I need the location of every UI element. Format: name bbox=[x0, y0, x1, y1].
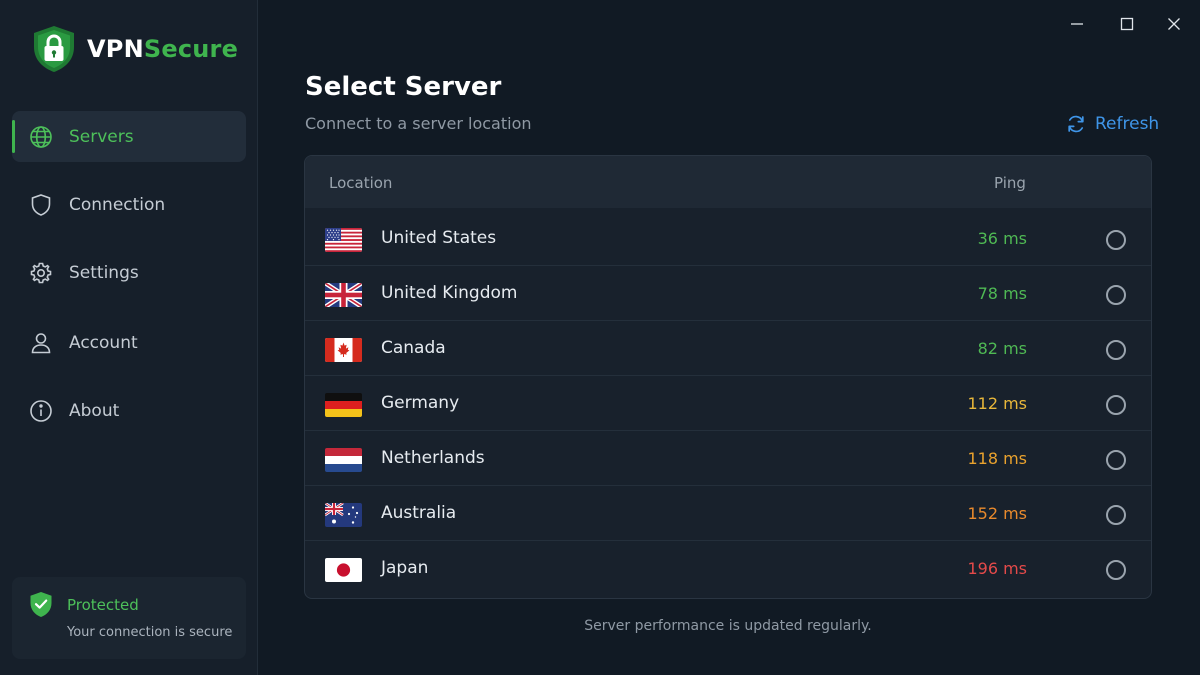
column-header-location: Location bbox=[329, 174, 393, 192]
brand: VPNSecure bbox=[32, 25, 238, 73]
sidebar-item-label: Account bbox=[69, 332, 138, 353]
footer-note: Server performance is updated regularly. bbox=[584, 618, 872, 634]
sidebar-item-settings[interactable]: Settings bbox=[12, 247, 246, 298]
country-name: Canada bbox=[381, 338, 446, 358]
sidebar-item-label: About bbox=[69, 400, 120, 421]
server-radio[interactable] bbox=[1106, 340, 1126, 360]
country-name: Netherlands bbox=[381, 448, 485, 468]
table-row[interactable]: Canada 82 ms bbox=[305, 321, 1151, 376]
japan-flag-icon bbox=[325, 558, 362, 582]
connection-status-card: Protected Your connection is secure bbox=[12, 577, 246, 659]
server-radio[interactable] bbox=[1106, 395, 1126, 415]
sidebar-item-servers[interactable]: Servers bbox=[12, 111, 246, 162]
country-name: United Kingdom bbox=[381, 283, 518, 303]
us-flag-icon bbox=[325, 228, 362, 252]
server-radio[interactable] bbox=[1106, 285, 1126, 305]
shield-check-icon bbox=[30, 592, 52, 617]
sidebar-item-label: Servers bbox=[69, 126, 134, 147]
refresh-label: Refresh bbox=[1095, 114, 1160, 134]
app-window: VPNSecure Servers Connection Settings Ac… bbox=[0, 0, 1200, 675]
close-button[interactable] bbox=[1164, 14, 1184, 34]
user-icon bbox=[31, 333, 51, 354]
australia-flag-icon bbox=[325, 503, 362, 527]
ping-value: 152 ms bbox=[967, 504, 1027, 523]
ping-value: 82 ms bbox=[977, 339, 1027, 358]
main-panel: Select Server Connect to a server locati… bbox=[258, 0, 1200, 675]
page-subtitle: Connect to a server location bbox=[305, 114, 532, 133]
page-title: Select Server bbox=[305, 72, 502, 102]
close-icon bbox=[1168, 18, 1180, 30]
sidebar-item-label: Connection bbox=[69, 194, 166, 215]
uk-flag-icon bbox=[325, 283, 362, 307]
server-radio[interactable] bbox=[1106, 230, 1126, 250]
table-row[interactable]: United Kingdom 78 ms bbox=[305, 266, 1151, 321]
ping-value: 78 ms bbox=[977, 284, 1027, 303]
shield-icon bbox=[31, 194, 51, 216]
table-row[interactable]: Netherlands 118 ms bbox=[305, 431, 1151, 486]
info-icon bbox=[30, 400, 52, 422]
server-radio[interactable] bbox=[1106, 505, 1126, 525]
server-radio[interactable] bbox=[1106, 450, 1126, 470]
refresh-icon bbox=[1068, 115, 1084, 133]
shield-lock-logo-icon bbox=[34, 26, 74, 72]
minimize-icon bbox=[1071, 23, 1083, 25]
maximize-icon bbox=[1120, 17, 1134, 31]
minimize-button[interactable] bbox=[1067, 14, 1087, 34]
ping-value: 118 ms bbox=[967, 449, 1027, 468]
table-row[interactable]: United States 36 ms bbox=[305, 211, 1151, 266]
netherlands-flag-icon bbox=[325, 448, 362, 472]
table-row[interactable]: Germany 112 ms bbox=[305, 376, 1151, 431]
sidebar-item-account[interactable]: Account bbox=[12, 317, 246, 368]
globe-icon bbox=[30, 126, 52, 148]
column-header-ping: Ping bbox=[994, 174, 1026, 192]
country-name: United States bbox=[381, 228, 497, 248]
status-subtitle: Your connection is secure bbox=[67, 625, 233, 640]
germany-flag-icon bbox=[325, 393, 362, 417]
table-row[interactable]: Australia 152 ms bbox=[305, 486, 1151, 541]
brand-name: VPNSecure bbox=[87, 37, 238, 61]
ping-value: 112 ms bbox=[967, 394, 1027, 413]
table-header: Location Ping bbox=[305, 156, 1151, 208]
ping-value: 36 ms bbox=[977, 229, 1027, 248]
country-name: Australia bbox=[381, 503, 457, 523]
status-title: Protected bbox=[67, 596, 139, 614]
sidebar-item-about[interactable]: About bbox=[12, 385, 246, 436]
table-row[interactable]: Japan 196 ms bbox=[305, 541, 1151, 596]
ping-value: 196 ms bbox=[967, 559, 1027, 578]
server-table: Location Ping United States 36 ms United… bbox=[304, 155, 1152, 599]
brand-name-part2: Secure bbox=[143, 35, 239, 63]
refresh-button[interactable]: Refresh bbox=[1066, 114, 1159, 134]
sidebar-item-connection[interactable]: Connection bbox=[12, 179, 246, 230]
brand-name-part1: VPN bbox=[87, 35, 144, 63]
sidebar-item-label: Settings bbox=[69, 262, 139, 283]
gear-icon bbox=[30, 262, 52, 284]
server-radio[interactable] bbox=[1106, 560, 1126, 580]
canada-flag-icon bbox=[325, 338, 362, 362]
maximize-button[interactable] bbox=[1117, 14, 1137, 34]
sidebar: VPNSecure Servers Connection Settings Ac… bbox=[0, 0, 258, 675]
country-name: Germany bbox=[381, 393, 460, 413]
country-name: Japan bbox=[381, 558, 429, 578]
